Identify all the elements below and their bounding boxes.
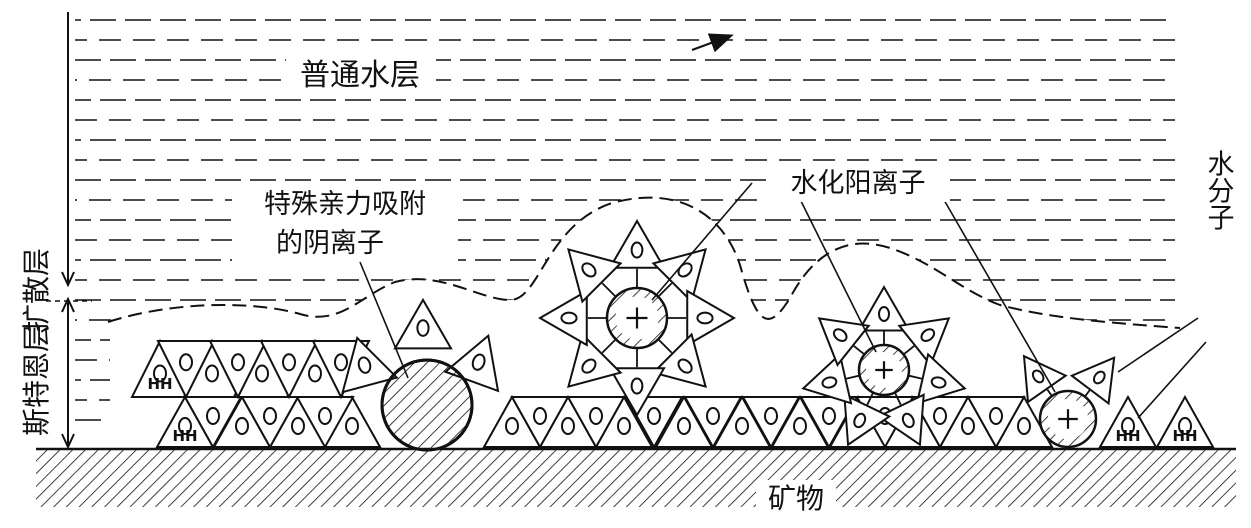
hydrogen-pair-label: HH [1115, 427, 1140, 445]
stern-layer-label: 斯特恩层 [20, 324, 53, 436]
hydrated-cation-large [538, 219, 736, 417]
double-layer-diagram: HH HH HH HH 普通水层 特殊亲力吸附 的阴离子 水化阳离子 矿物 水分子 扩… [20, 12, 1236, 528]
normal-water-layer-label: 普通水层 [300, 58, 420, 93]
flow-arrow [691, 33, 734, 53]
hydrated-cations-label: 水化阳离子 [791, 168, 926, 199]
diffuse-layer-label: 扩散层 [20, 248, 53, 332]
hydrogen-pair-label: HH [172, 427, 197, 445]
mineral-surface [36, 447, 1236, 528]
mineral-label: 矿物 [768, 482, 824, 515]
hydrogen-pair-label: HH [147, 375, 172, 393]
special-adsorbed-anions-label-line2: 的阴离子 [276, 228, 384, 259]
hydrogen-pair-label: HH [1172, 427, 1197, 445]
special-adsorbed-anions-label-line1: 特殊亲力吸附 [264, 189, 426, 220]
water-molecule-label: 水分子 [1203, 149, 1234, 230]
